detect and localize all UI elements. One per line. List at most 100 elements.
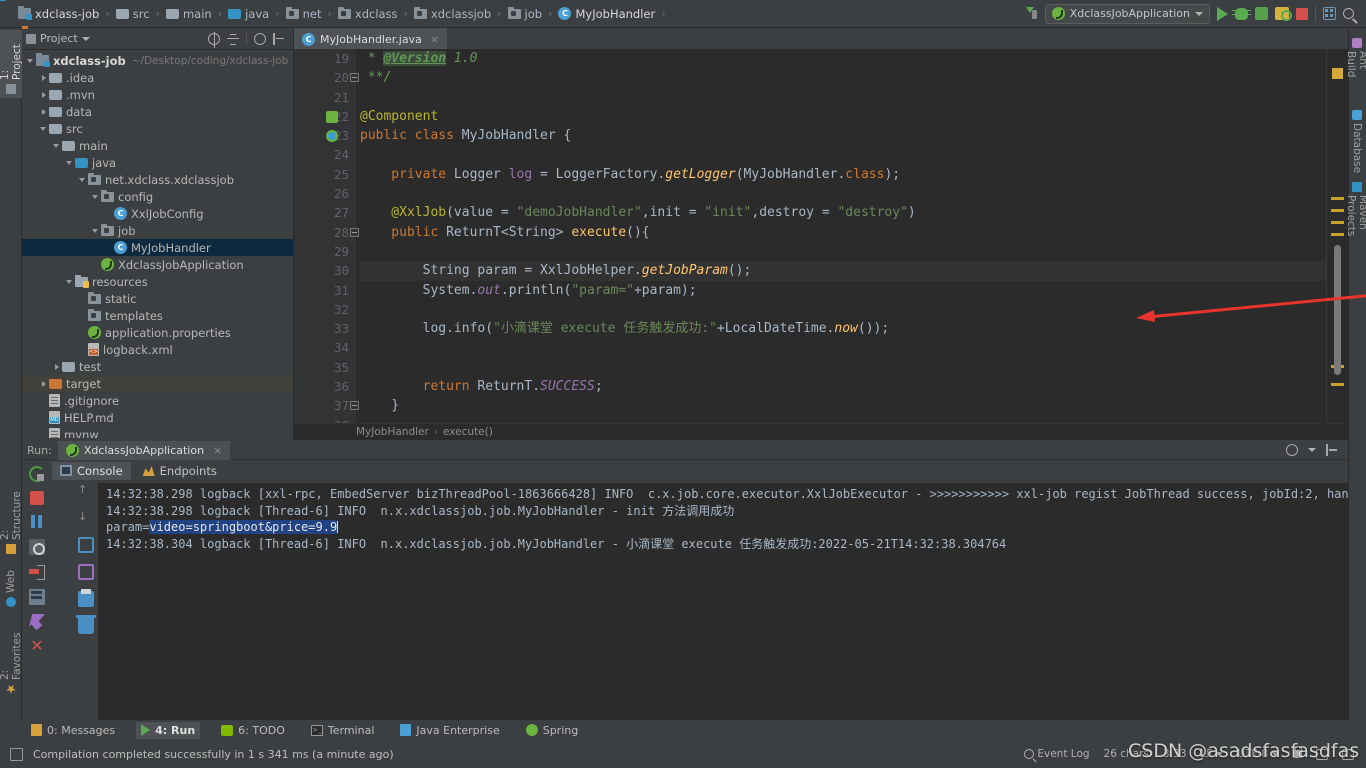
chevron-down-icon[interactable] (91, 192, 101, 202)
bottom-tab-spring[interactable]: Spring (521, 722, 584, 739)
code-line[interactable]: **/ (360, 68, 1348, 87)
tree-item--mvn[interactable]: .mvn (22, 86, 293, 103)
sidebar-item-maven-projects[interactable]: Maven Projects (1345, 178, 1366, 276)
line-number[interactable]: 33 (294, 319, 356, 338)
line-number[interactable]: 29 (294, 242, 356, 261)
code-line[interactable]: public class MyJobHandler { (360, 126, 1348, 145)
run-icon[interactable] (1217, 6, 1228, 21)
code-line[interactable] (360, 145, 1348, 164)
close-icon[interactable]: × (213, 444, 222, 457)
line-number[interactable]: 32 (294, 300, 356, 319)
chevron-right-icon[interactable] (39, 73, 49, 83)
line-number[interactable]: 20 (294, 68, 356, 87)
chevron-down-icon[interactable] (1195, 11, 1203, 16)
code-area[interactable]: 1920212223242526272829303132333435363738… (294, 49, 1366, 440)
chevron-right-icon[interactable] (52, 362, 62, 372)
event-log-button[interactable]: Event Log (1024, 748, 1090, 760)
line-number[interactable]: 26 (294, 184, 356, 203)
close-icon[interactable]: × (430, 33, 439, 46)
code-line[interactable] (360, 338, 1348, 357)
camera-icon[interactable] (29, 539, 45, 555)
code-line[interactable]: * @Version 1.0 (360, 49, 1348, 68)
change-marker[interactable] (1331, 197, 1344, 200)
profile-icon[interactable] (1275, 7, 1292, 21)
stop-icon[interactable] (30, 491, 44, 505)
chevron-down-icon[interactable] (39, 124, 49, 134)
chevron-right-icon[interactable] (39, 379, 49, 389)
hide-icon[interactable] (273, 32, 285, 45)
code-line[interactable] (360, 242, 1348, 261)
tree-item-xdclass-job[interactable]: xdclass-job ~/Desktop/coding/xdclass-job (22, 52, 293, 69)
tree-item-config[interactable]: config (22, 188, 293, 205)
tree-item-mvnw[interactable]: mvnw (22, 426, 293, 438)
editor-tab-myjobhandler[interactable]: C MyJobHandler.java × (294, 28, 448, 49)
change-marker[interactable] (1331, 233, 1344, 236)
tree-item-main[interactable]: main (22, 137, 293, 154)
chevron-down-icon[interactable] (78, 175, 88, 185)
collapse-all-icon[interactable] (227, 33, 239, 45)
tree-item-data[interactable]: data (22, 103, 293, 120)
code-line[interactable]: public ReturnT<String> execute(){ (360, 223, 1348, 242)
console-line[interactable]: param=video=springboot&price=9.9 (106, 519, 1348, 536)
breadcrumb-item-xdclass-job[interactable]: xdclass-job (18, 6, 99, 21)
sidebar-item-web[interactable]: Web (0, 563, 22, 611)
code-line[interactable]: String param = XxlJobHelper.getJobParam(… (360, 261, 1348, 281)
tree-item--gitignore[interactable]: .gitignore (22, 392, 293, 409)
code-line[interactable]: private Logger log = LoggerFactory.getLo… (360, 165, 1348, 184)
chevron-right-icon[interactable] (39, 107, 49, 117)
layers-icon[interactable] (29, 589, 45, 605)
code-line[interactable] (360, 300, 1348, 319)
breadcrumb-method[interactable]: execute() (443, 426, 493, 438)
line-number[interactable]: 34 (294, 338, 356, 357)
editor-scrollbar-thumb[interactable] (1334, 245, 1341, 375)
tree-item-xxljobconfig[interactable]: C XxlJobConfig (22, 205, 293, 222)
sidebar-item-favorites[interactable]: 2: Favorites (0, 616, 23, 698)
change-marker[interactable] (1331, 383, 1344, 386)
export-icon[interactable] (29, 564, 45, 580)
line-number[interactable]: 24 (294, 145, 356, 164)
bottom-tab-java-enterprise[interactable]: Java Enterprise (395, 722, 504, 739)
console-line[interactable]: 14:32:38.304 logback [Thread-6] INFO n.x… (106, 536, 1348, 553)
line-number[interactable]: 28 (294, 223, 356, 242)
sidebar-item-structure[interactable]: 2: Structure (0, 478, 23, 558)
line-number[interactable]: 23 (294, 126, 356, 145)
line-number[interactable]: 37 (294, 396, 356, 415)
chevron-down-icon[interactable] (81, 36, 90, 41)
breadcrumb-item-java[interactable]: java (228, 7, 269, 21)
tree-item-xdclassjobapplication[interactable]: XdclassJobApplication (22, 256, 293, 273)
code-line[interactable] (360, 184, 1348, 203)
tab-console[interactable]: Console (52, 461, 131, 480)
download-icon[interactable] (78, 564, 94, 580)
stop-icon[interactable] (1296, 7, 1308, 20)
change-marker[interactable] (1331, 221, 1344, 224)
chevron-down-icon[interactable] (1308, 448, 1316, 452)
code-line[interactable] (360, 88, 1348, 107)
bottom-tab-run[interactable]: 4: Run (136, 721, 201, 739)
tree-item-job[interactable]: job (22, 222, 293, 239)
line-number[interactable]: 27 (294, 203, 356, 222)
breadcrumb-item-net[interactable]: net (285, 6, 321, 21)
tree-item-net-xdclass-xdclassjob[interactable]: net.xdclass.xdclassjob (22, 171, 293, 188)
chevron-down-icon[interactable] (26, 56, 36, 66)
chevron-down-icon[interactable] (52, 141, 62, 151)
breadcrumb-class[interactable]: MyJobHandler (356, 426, 429, 438)
spring-bean-gutter-icon[interactable] (326, 110, 338, 123)
coverage-icon[interactable] (1255, 7, 1268, 20)
console-line[interactable]: 14:32:38.298 logback [Thread-6] INFO n.x… (106, 503, 1348, 520)
run-configuration-selector[interactable]: XdclassJobApplication (1044, 3, 1210, 24)
editor-code-lines[interactable]: * @Version 1.0 **/ @Component public clas… (356, 49, 1348, 440)
bottom-tab-terminal[interactable]: >_ Terminal (306, 722, 380, 739)
sidebar-item-project[interactable]: 1: Project (0, 30, 23, 98)
line-number[interactable]: 25 (294, 165, 356, 184)
debug-icon[interactable] (1232, 7, 1251, 20)
breadcrumb-item-xdclassjob[interactable]: xdclassjob (413, 6, 491, 21)
bottom-tab-messages[interactable]: 0: Messages (26, 722, 120, 739)
project-tree[interactable]: xdclass-job ~/Desktop/coding/xdclass-job.… (22, 50, 293, 438)
line-number[interactable]: 35 (294, 358, 356, 377)
tree-item-help-md[interactable]: HELP.md (22, 409, 293, 426)
sidebar-item-ant-build[interactable]: Ant Build (1345, 34, 1366, 100)
tree-item-static[interactable]: static (22, 290, 293, 307)
pin-icon[interactable] (29, 614, 45, 630)
console-line[interactable]: 14:32:38.298 logback [xxl-rpc, EmbedServ… (106, 486, 1348, 503)
tree-item-application-properties[interactable]: application.properties (22, 324, 293, 341)
